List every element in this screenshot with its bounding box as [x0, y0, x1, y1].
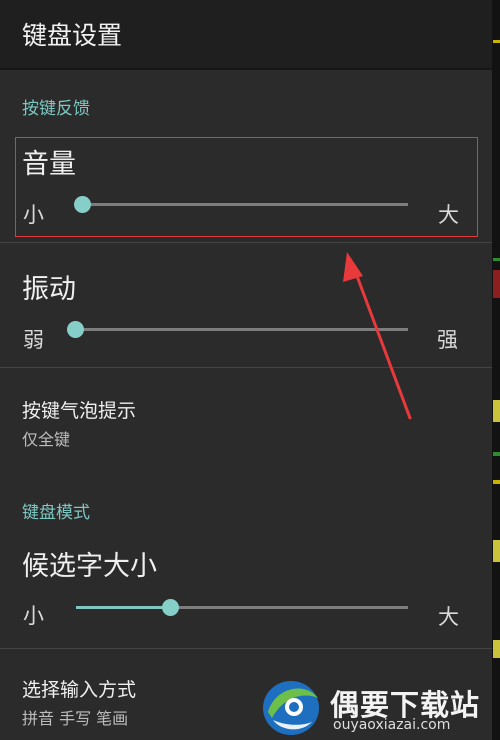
page-title: 键盘设置 [22, 21, 123, 50]
watermark-logo-icon [263, 681, 319, 735]
vibration-slider-thumb[interactable] [67, 321, 84, 338]
vibration-min-label: 弱 [23, 328, 44, 352]
side-mark [493, 540, 500, 562]
input-method-title: 选择输入方式 [22, 679, 137, 701]
section-key-feedback: 按键反馈 [22, 99, 90, 119]
side-mark [493, 270, 500, 298]
watermark-url: ouyaoxiazai.com [333, 717, 451, 733]
side-mark [493, 480, 500, 484]
key-bubble-title: 按键气泡提示 [22, 400, 137, 422]
candidate-size-max-label: 大 [438, 605, 459, 629]
annotation-arrow-icon [343, 252, 412, 420]
highlight-box [15, 137, 478, 237]
side-mark [493, 640, 500, 658]
candidate-size-label: 候选字大小 [22, 551, 157, 582]
section-keyboard-mode: 键盘模式 [22, 503, 90, 523]
candidate-size-min-label: 小 [23, 604, 44, 628]
side-strip [492, 0, 500, 740]
candidate-size-slider-thumb[interactable] [162, 599, 179, 616]
side-mark [493, 452, 500, 456]
side-mark [493, 400, 500, 422]
input-method-value: 拼音 手写 笔画 [22, 709, 129, 728]
side-mark [493, 40, 500, 43]
candidate-size-slider[interactable] [74, 598, 410, 618]
vibration-label: 振动 [22, 274, 76, 305]
candidate-size-slider-fill [76, 606, 172, 609]
key-bubble-value: 仅全键 [22, 430, 71, 449]
vibration-max-label: 强 [437, 328, 458, 352]
side-mark [493, 258, 500, 261]
